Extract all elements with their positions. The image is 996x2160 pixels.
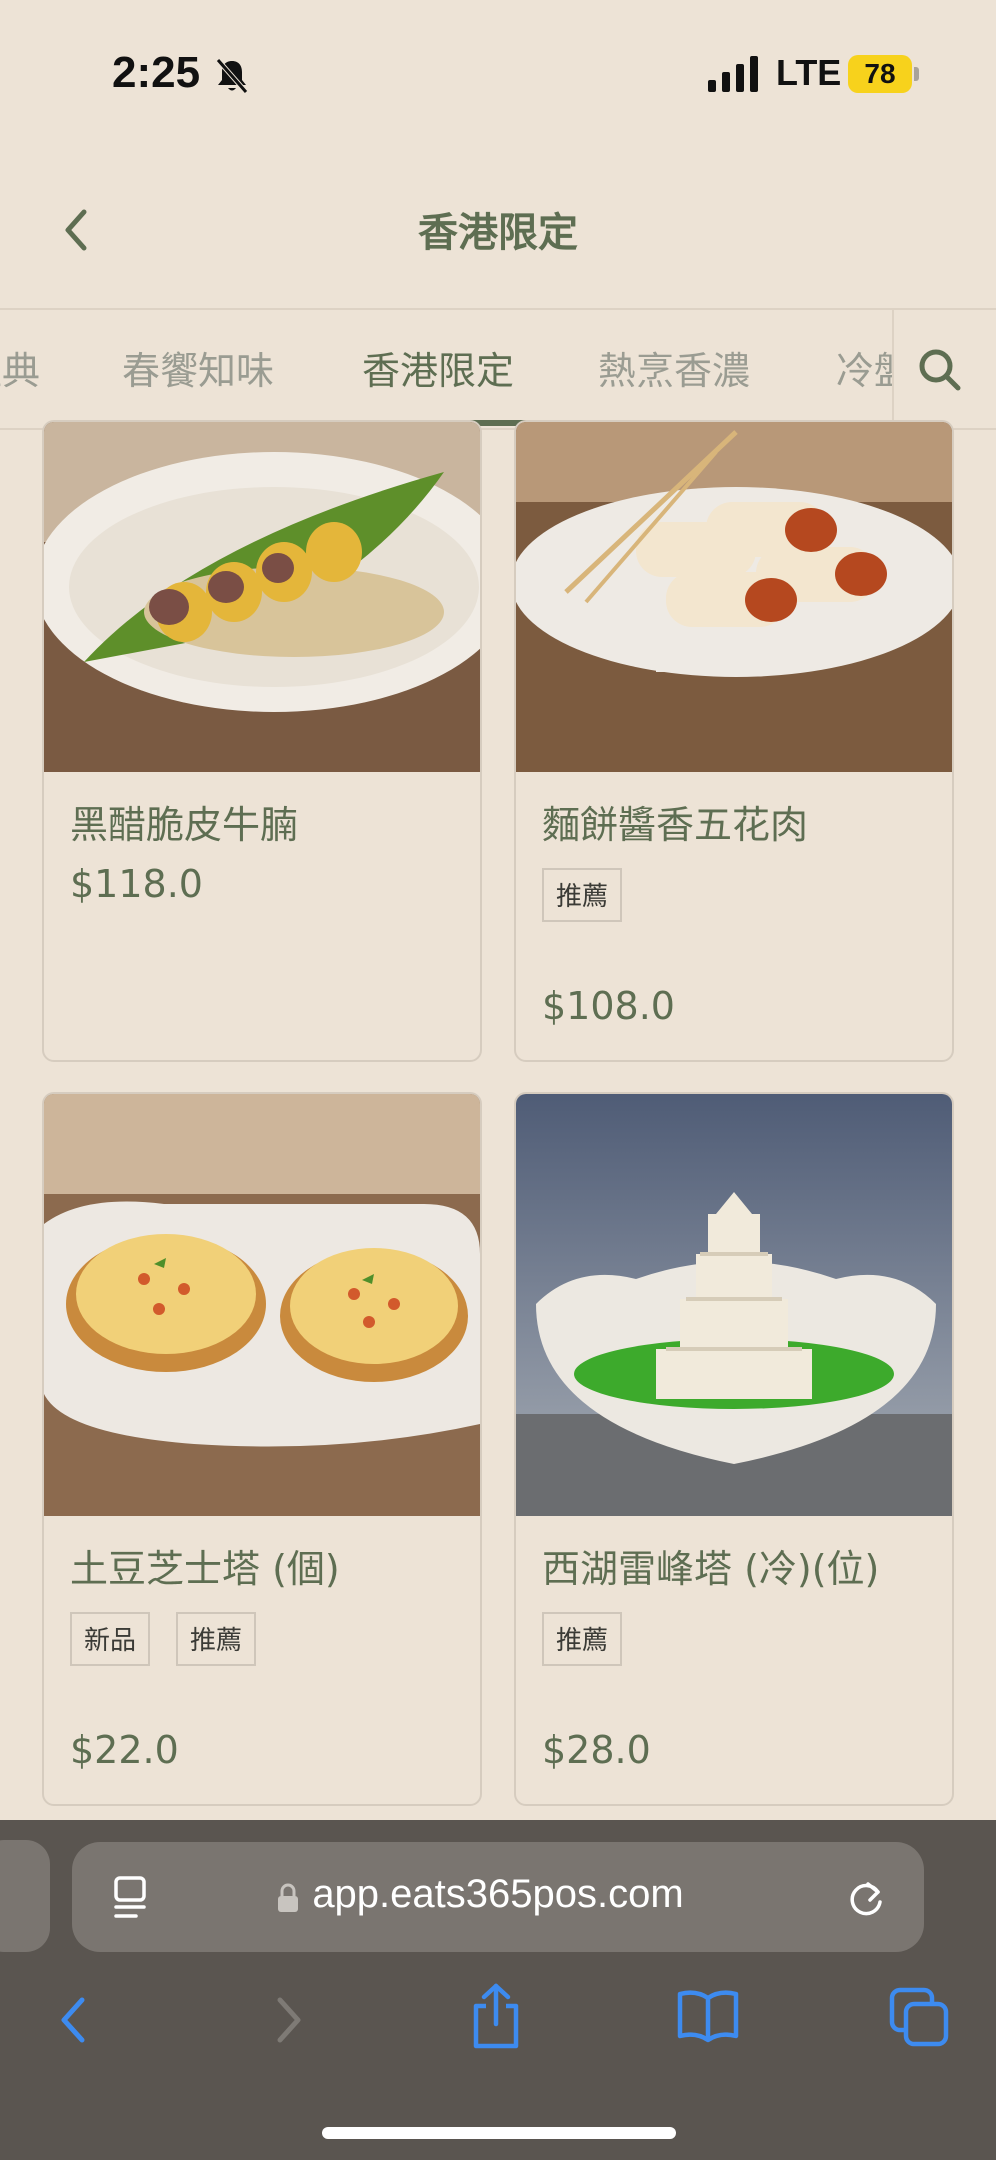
address-bar[interactable]: app.eats365pos.com [72, 1842, 924, 1952]
menu-item-card[interactable]: 麵餅醬香五花肉 推薦 $108.0 [514, 420, 954, 1062]
tab-hk-limited[interactable]: 香港限定 [362, 340, 514, 395]
dish-photo-leifeng-pagoda [516, 1094, 952, 1516]
url-text: app.eats365pos.com [312, 1872, 684, 1916]
browser-toolbar: app.eats365pos.com [0, 1820, 996, 2160]
badge-new: 新品 [70, 1612, 151, 1666]
tab-spring[interactable]: 春饗知味 [122, 340, 274, 395]
item-name: 土豆芝士塔 (個) [70, 1547, 340, 1591]
menu-item-card[interactable]: 土豆芝士塔 (個) 新品 推薦 $22.0 [42, 1092, 482, 1806]
dish-photo-beef-brisket [44, 422, 480, 772]
page-title: 香港限定 [418, 210, 578, 256]
tabs-icon[interactable] [888, 1986, 950, 2048]
reload-icon[interactable] [844, 1876, 888, 1920]
battery-tip [914, 67, 919, 81]
menu-item-card[interactable]: 西湖雷峰塔 (冷)(位) 推薦 $28.0 [514, 1092, 954, 1806]
item-name: 黑醋脆皮牛腩 [70, 803, 299, 847]
tab-hot-dishes[interactable]: 熱烹香濃 [598, 340, 750, 395]
tab-classic[interactable]: 經典 [0, 340, 40, 395]
bookmarks-icon[interactable] [676, 1988, 740, 2044]
cellular-signal-icon [708, 56, 758, 92]
silent-bell-icon [216, 58, 248, 94]
previous-tab-pill[interactable] [0, 1840, 50, 1952]
badge-recommended: 推薦 [542, 868, 623, 922]
battery-indicator: 78 [848, 55, 912, 93]
share-icon[interactable] [468, 1982, 524, 2050]
status-time: 2:25 [112, 48, 201, 97]
dish-photo-pork-rolls [516, 422, 952, 772]
browser-forward-icon[interactable] [268, 1990, 308, 2050]
home-indicator [322, 2127, 676, 2139]
item-name: 西湖雷峰塔 (冷)(位) [542, 1547, 880, 1591]
browser-back-icon[interactable] [54, 1990, 94, 2050]
status-bar: 2:25 LTE 78 [0, 0, 996, 150]
menu-item-card[interactable]: 黑醋脆皮牛腩 $118.0 [42, 420, 482, 1062]
search-button[interactable] [892, 310, 996, 428]
item-price: $28.0 [542, 1728, 651, 1772]
category-tabs: 經典 春饗知味 香港限定 熱烹香濃 冷盤 [0, 308, 996, 430]
item-price: $118.0 [70, 862, 203, 906]
item-price: $108.0 [542, 984, 675, 1028]
network-type: LTE [776, 52, 842, 93]
dish-photo-cheese-tart [44, 1094, 480, 1516]
item-price: $22.0 [70, 1728, 179, 1772]
badge-recommended: 推薦 [176, 1612, 257, 1666]
item-name: 麵餅醬香五花肉 [542, 803, 809, 847]
badge-recommended: 推薦 [542, 1612, 623, 1666]
search-icon [919, 349, 961, 391]
